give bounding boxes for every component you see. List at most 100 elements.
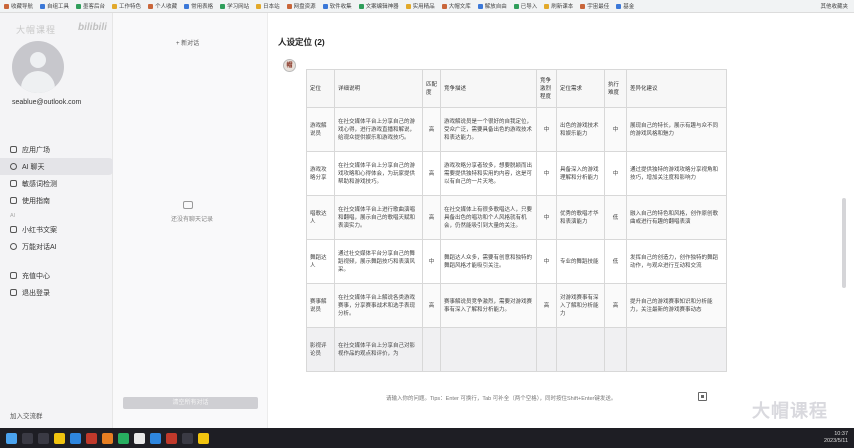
chat-title: 人设定位 (2) (278, 37, 325, 47)
bookmark-item[interactable]: 学习网站 (220, 2, 249, 10)
scrollbar-thumb[interactable] (842, 198, 846, 288)
other-bookmarks[interactable]: 其他收藏夹 (820, 2, 854, 10)
bookmark-label: 宇宙最佳 (587, 4, 610, 10)
system-clock[interactable]: 10:37 2023/5/11 (824, 431, 854, 445)
bookmark-icon (256, 3, 262, 9)
table-cell (604, 327, 627, 372)
bookmark-item[interactable]: 宇宙最佳 (580, 2, 609, 10)
bookmark-item[interactable]: 软件收集 (322, 2, 352, 10)
table-cell (556, 327, 605, 372)
browser-icon[interactable] (70, 432, 81, 444)
table-cell: 在社交媒体平台上进行歌曲演唱和翻唱，展示自己的歌唱天赋和表演实力。 (334, 195, 423, 240)
table-cell: 中 (536, 107, 557, 152)
conversation-list: + 新对话 还没有聊天记录 清空所有对话 (113, 13, 268, 428)
sidebar-item-label: 充值中心 (22, 272, 50, 280)
table-cell: 优秀的歌唱才华和表演能力 (556, 195, 605, 240)
bookmark-item[interactable]: 文案编辑神器 (358, 2, 399, 10)
grid-icon (10, 146, 17, 153)
bookmark-label: 文案编辑神器 (365, 4, 399, 10)
sidebar-item-app-square[interactable]: 应用广场 (0, 141, 113, 158)
bookmark-label: 解放自由 (484, 4, 507, 10)
logout-icon (10, 289, 17, 296)
bookmark-item[interactable]: 工作特色 (112, 2, 141, 10)
sidebar-item-universal-ai[interactable]: 万能对话AI (0, 238, 113, 255)
bilibili-watermark: bilibili (78, 22, 107, 33)
bookmark-icon (112, 3, 118, 9)
table-cell: 赛事解说员 (306, 283, 335, 328)
table-cell: 高 (536, 283, 557, 328)
folder-icon[interactable] (54, 432, 65, 444)
send-icon[interactable] (698, 392, 707, 401)
app-icon[interactable] (102, 432, 113, 444)
robot-icon (10, 243, 17, 250)
join-group-link[interactable]: 加入交流群 (10, 410, 43, 420)
table-cell: 影视评论员 (306, 327, 335, 372)
table-header-cell: 定位需求 (556, 69, 605, 108)
wallet-icon (10, 272, 17, 279)
avatar[interactable] (12, 41, 64, 93)
bookmark-item[interactable]: 日本站 (256, 2, 280, 10)
sidebar-item-sensitive-check[interactable]: 敏感词检测 (0, 175, 113, 192)
bookmark-item[interactable]: 已导入 (513, 2, 538, 10)
bookmark-item[interactable]: 基金 (616, 2, 634, 10)
table-cell (422, 327, 441, 372)
table-cell: 高 (604, 283, 627, 328)
bookmark-icon (40, 3, 46, 9)
bookmark-icon (148, 3, 154, 9)
search-icon[interactable] (22, 432, 33, 444)
app-icon[interactable] (134, 432, 145, 444)
bookmark-item[interactable]: 收藏导航 (4, 2, 33, 10)
sidebar-item-label: 使用指南 (22, 197, 50, 205)
app-icon[interactable] (166, 432, 177, 444)
table-cell: 融入自己的特色和风格，创作原创歌曲或进行有趣的翻唱表演 (626, 195, 727, 240)
sidebar-item-logout[interactable]: 退出登录 (0, 284, 113, 301)
bookmark-item[interactable]: 大帽文库 (441, 2, 471, 10)
table-cell: 高 (422, 151, 441, 196)
bookmark-label: 网盘资源 (293, 4, 316, 10)
app-icon[interactable] (86, 432, 97, 444)
task-view-icon[interactable] (38, 432, 49, 444)
app-icon[interactable] (118, 432, 129, 444)
bookmark-item[interactable]: 常用表格 (184, 2, 213, 10)
table-cell: 中 (604, 151, 627, 196)
bookmark-icon (4, 3, 9, 9)
table-cell: 展现自己的特长，展示有趣与众不同的游戏风格和魅力 (626, 107, 727, 152)
chat-input-placeholder[interactable]: 请输入你的问题。Tips：Enter 可换行，Tab 可补全（两个空格），同时按… (386, 394, 616, 402)
table-cell: 在社交媒体平台上分享自己的游戏心得，进行游戏直播和解说，给观众提供娱乐和游戏技巧… (334, 107, 423, 152)
new-chat-button[interactable]: + 新对话 (176, 38, 199, 47)
bookmark-item[interactable]: 解放自由 (477, 2, 507, 10)
clear-conversations-button[interactable]: 清空所有对话 (123, 397, 258, 409)
table-cell: 中 (536, 151, 557, 196)
table-header-cell: 匹配度 (422, 69, 441, 108)
bookmark-icon (441, 3, 447, 9)
table-cell: 赛事解说员竞争激烈，需要对游戏赛事有深入了解和分析能力。 (440, 283, 537, 328)
app-icon[interactable] (150, 432, 161, 444)
bookmark-label: 实用精品 (412, 4, 435, 10)
table-row: 影视评论员 在社交媒体平台上分享自己对影视作品的观点和评价，为 (306, 327, 727, 372)
table-cell: 出色的游戏技术和娱乐能力 (556, 107, 605, 152)
sidebar-item-recharge[interactable]: 充值中心 (0, 267, 113, 284)
bookmark-item[interactable]: 刷新课本 (544, 2, 573, 10)
bookmark-item[interactable]: 自组工具 (40, 2, 69, 10)
sidebar-item-xiaohongshu[interactable]: 小红书文案 (0, 221, 113, 238)
bookmark-item[interactable]: 墨客后台 (76, 2, 105, 10)
table-row: 赛事解说员 在社交媒体平台上解说各类游戏赛事，分享赛事战术和选手表现分析。高赛事解… (306, 283, 727, 328)
windows-start-icon[interactable] (6, 432, 17, 444)
bookmark-item[interactable]: 个人收藏 (148, 2, 177, 10)
user-email: seablue@outlook.com (12, 99, 82, 106)
sidebar-item-guide[interactable]: 使用指南 (0, 192, 113, 209)
bookmark-item[interactable]: 网盘资源 (286, 2, 316, 10)
table-cell: 发挥自己的创造力，创作独特的舞蹈动作，与观众进行互动和交流 (626, 239, 727, 284)
bookmark-item[interactable]: 实用精品 (405, 2, 435, 10)
table-cell: 低 (604, 239, 627, 284)
table-cell: 高 (422, 195, 441, 240)
app-icon[interactable] (182, 432, 193, 444)
sidebar-item-ai-chat[interactable]: AI 聊天 (0, 158, 113, 175)
shield-icon (10, 180, 17, 187)
table-cell: 中 (536, 195, 557, 240)
bookmark-bar: 收藏导航 自组工具 墨客后台 工作特色 个人收藏 常用表格 学习网站 日本站 网盘资源 软件收集 文… (0, 0, 854, 13)
app-icon[interactable] (198, 432, 209, 444)
table-cell: 在社交媒体平台上分享自己对影视作品的观点和评价，为 (334, 327, 423, 372)
sidebar-item-label: 敏感词检测 (22, 180, 57, 188)
bookmark-label: 已导入 (520, 4, 538, 10)
